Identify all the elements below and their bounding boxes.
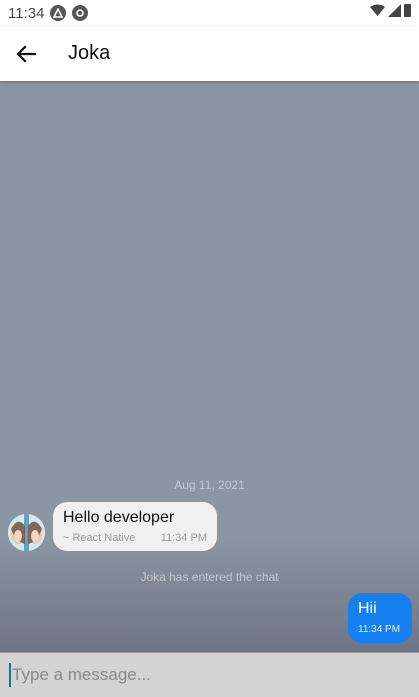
- chat-header: Joka: [0, 26, 419, 81]
- status-icons: [370, 4, 411, 17]
- date-separator: Aug 11, 2021: [174, 478, 245, 492]
- outgoing-message-text: Hii: [358, 600, 377, 617]
- avatar[interactable]: [8, 514, 45, 551]
- message-input[interactable]: [12, 665, 392, 685]
- text-cursor: [9, 663, 11, 687]
- message-time: 11:34 PM: [160, 532, 207, 544]
- notification-icon: [72, 5, 89, 21]
- sender-name: ~ React Native: [63, 532, 136, 544]
- message-time: 11:34 PM: [358, 624, 401, 635]
- status-bar: 11:34: [0, 0, 419, 26]
- wifi-icon: [370, 4, 385, 16]
- incoming-message-text: Hello developer: [63, 509, 175, 526]
- incoming-message-bubble[interactable]: Hello developer ~ React Native 11:34 PM: [53, 502, 217, 551]
- outgoing-message-bubble[interactable]: Hii 11:34 PM: [348, 593, 412, 643]
- composer: [0, 652, 419, 697]
- signal-icon: [388, 4, 401, 17]
- back-button[interactable]: [0, 26, 52, 81]
- back-arrow-icon: [16, 44, 36, 63]
- battery-icon: [404, 4, 411, 17]
- chat-title: Joka: [68, 42, 111, 64]
- status-time: 11:34: [8, 4, 45, 22]
- system-message: Joka has entered the chat: [140, 570, 279, 584]
- app-notification-icon: [50, 5, 67, 21]
- message-list[interactable]: Aug 11, 2021 Hello developer ~ React Nat…: [0, 81, 419, 652]
